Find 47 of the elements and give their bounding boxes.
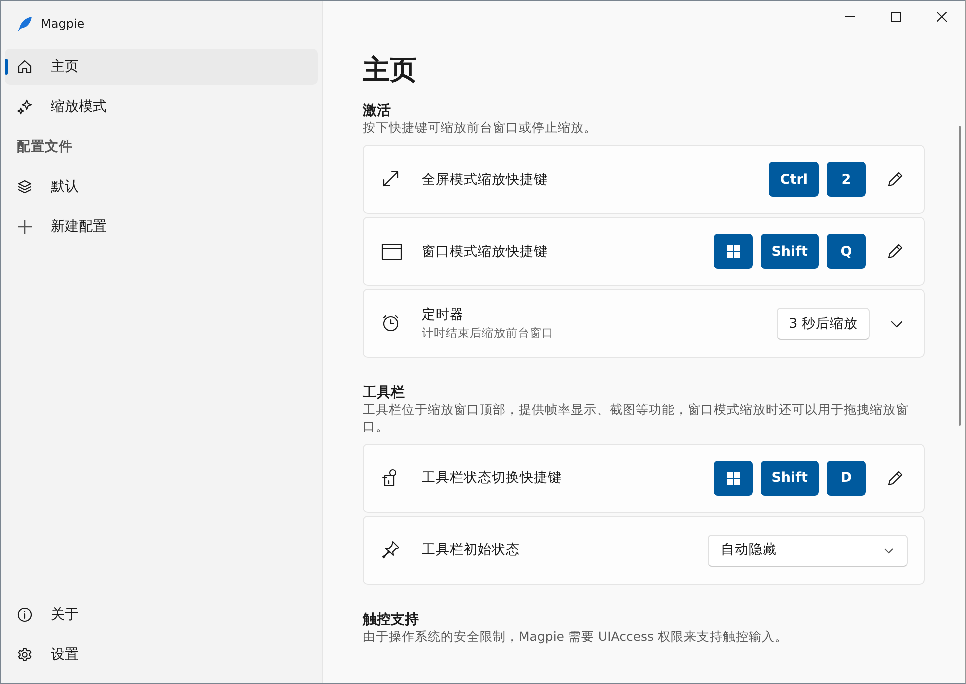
pencil-icon	[886, 170, 904, 189]
pencil-icon	[886, 470, 904, 488]
layers-icon	[17, 179, 33, 196]
pencil-icon	[886, 242, 904, 261]
setting-description: 计时结束后缩放前台窗口	[422, 325, 555, 342]
nav-item[interactable]: 设置	[5, 637, 318, 673]
setting-label: 工具栏状态切换快捷键	[422, 469, 563, 488]
section-description: 由于操作系统的安全限制，Magpie 需要 UIAccess 权限来支持触控输入。	[363, 629, 790, 646]
key-button[interactable]: Shift	[760, 461, 819, 496]
nav-item[interactable]: 缩放模式	[5, 89, 318, 125]
windows-key-button[interactable]	[714, 461, 753, 496]
scrollbar[interactable]	[959, 126, 961, 426]
section-description: 按下快捷键可缩放前台窗口或停止缩放。	[363, 120, 598, 138]
group-header: 配置文件	[16, 138, 74, 157]
section-description: 工具栏位于缩放窗口顶部，提供帧率显示、截图等功能，窗口模式缩放时还可以用于拖拽缩放窗口。	[363, 402, 910, 436]
nav-item[interactable]: 主页	[5, 49, 318, 85]
settings-icon	[17, 647, 33, 663]
setting-label: 工具栏初始状态	[422, 541, 521, 560]
minimize-icon	[845, 16, 855, 18]
setting-label: 定时器	[422, 306, 465, 325]
info-icon	[17, 607, 33, 623]
maximize-icon	[891, 12, 901, 22]
page-title: 主页	[363, 54, 418, 88]
key-button[interactable]: 2	[827, 162, 866, 198]
nav-item[interactable]: 关于	[5, 597, 318, 633]
windows-key-button[interactable]	[714, 234, 753, 270]
section-title: 激活	[363, 102, 392, 120]
nav-item[interactable]: 新建配置	[5, 209, 318, 246]
feather-logo	[17, 16, 33, 32]
add-icon	[17, 219, 33, 236]
key-button[interactable]: Shift	[760, 234, 819, 270]
windows-logo-icon	[726, 472, 740, 486]
close-icon	[937, 12, 947, 22]
setting-label: 全屏模式缩放快捷键	[422, 170, 549, 190]
home-icon	[17, 59, 33, 75]
state-dropdown[interactable]: 自动隐藏	[708, 534, 908, 567]
timer-button[interactable]: 3 秒后缩放	[777, 308, 870, 340]
key-button[interactable]: Ctrl	[769, 162, 819, 198]
section-title: 触控支持	[363, 611, 420, 630]
app-title: Magpie	[41, 16, 85, 33]
section-title: 工具栏	[363, 384, 406, 402]
setting-label: 窗口模式缩放快捷键	[422, 242, 549, 262]
nav-item[interactable]: 默认	[5, 169, 318, 206]
key-button[interactable]: Q	[827, 234, 866, 270]
windows-logo-icon	[726, 245, 740, 258]
key-button[interactable]: D	[827, 461, 866, 496]
sparkle-icon	[17, 99, 33, 115]
